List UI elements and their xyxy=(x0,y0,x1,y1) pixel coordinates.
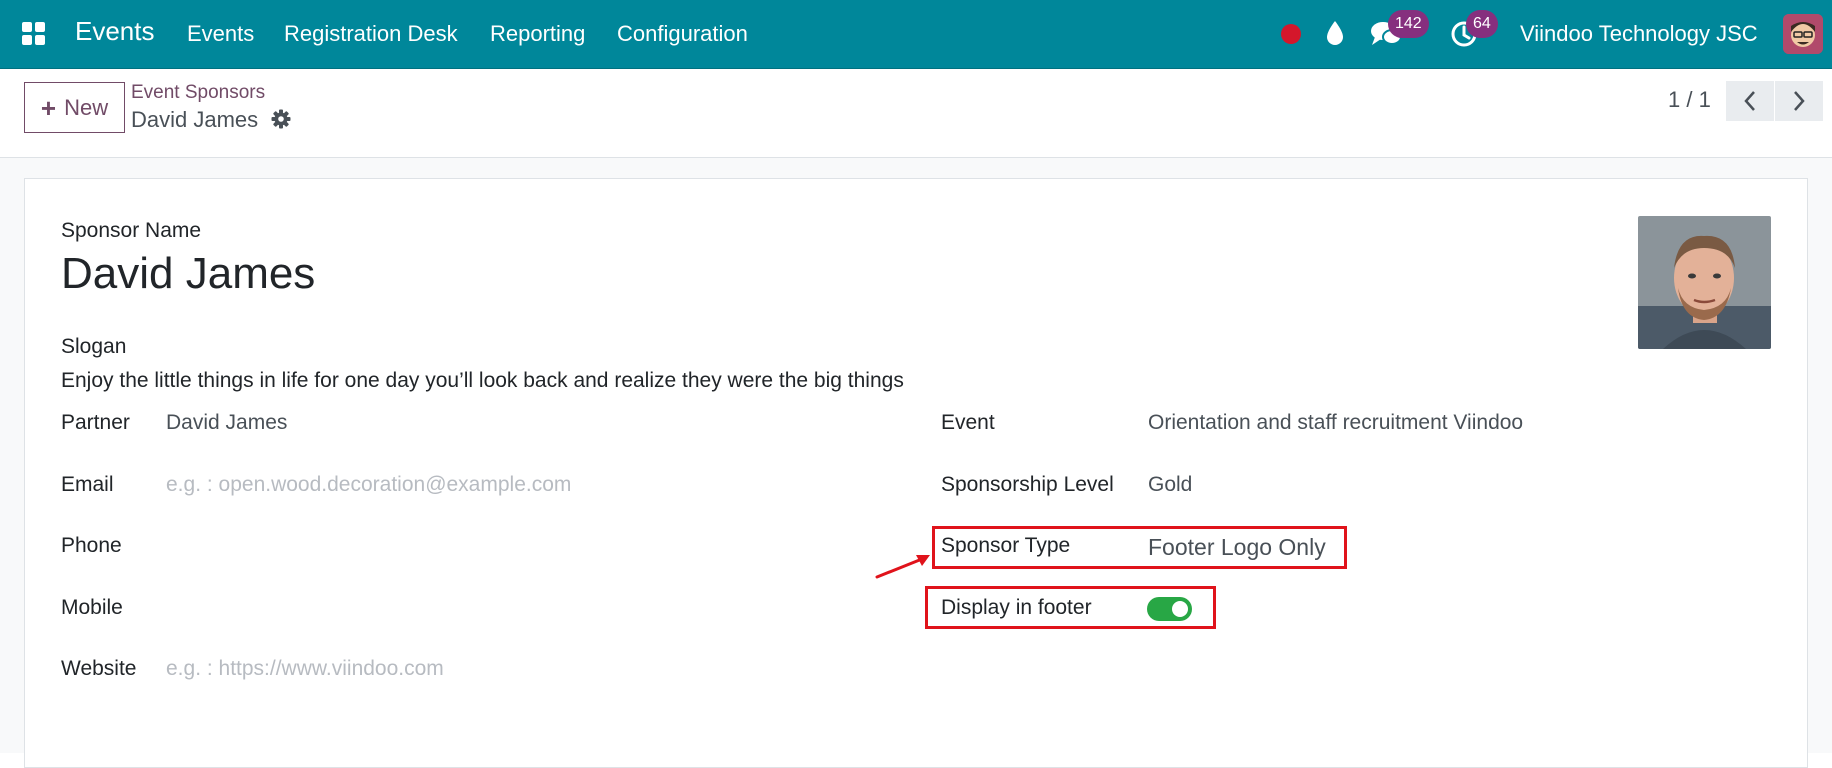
company-switcher[interactable]: Viindoo Technology JSC xyxy=(1520,21,1758,47)
new-button[interactable]: + New xyxy=(24,82,125,133)
user-avatar[interactable] xyxy=(1783,14,1823,54)
breadcrumb-parent[interactable]: Event Sponsors xyxy=(131,82,265,104)
activities-badge: 64 xyxy=(1466,10,1498,38)
sponsor-type-field[interactable]: Footer Logo Only xyxy=(1148,534,1326,561)
control-panel: + New Event Sponsors David James 1 / 1 xyxy=(0,69,1832,158)
mobile-field[interactable] xyxy=(166,592,866,622)
breadcrumb-current: David James xyxy=(131,107,259,132)
new-button-label: New xyxy=(64,94,109,120)
messages-badge: 142 xyxy=(1388,10,1429,38)
sponsor-name-field[interactable]: David James xyxy=(61,249,315,299)
website-label: Website xyxy=(61,657,137,680)
sponsor-name-label: Sponsor Name xyxy=(61,219,202,242)
sponsor-type-label: Sponsor Type xyxy=(941,534,1071,557)
partner-label: Partner xyxy=(61,411,130,434)
email-label: Email xyxy=(61,473,114,496)
pager-value[interactable]: 1 / 1 xyxy=(1668,87,1711,113)
mobile-label: Mobile xyxy=(61,596,123,619)
display-in-footer-label: Display in footer xyxy=(941,596,1092,619)
plus-icon: + xyxy=(40,92,57,123)
phone-label: Phone xyxy=(61,534,122,557)
apps-grid-icon[interactable] xyxy=(22,22,46,46)
menu-events[interactable]: Events xyxy=(187,21,254,47)
slogan-label: Slogan xyxy=(61,335,127,358)
chevron-right-icon xyxy=(1794,91,1805,111)
app-title[interactable]: Events xyxy=(75,16,155,47)
menu-registration-desk[interactable]: Registration Desk xyxy=(284,21,458,47)
menu-configuration[interactable]: Configuration xyxy=(617,21,748,47)
gear-icon[interactable] xyxy=(271,109,291,129)
website-field[interactable]: e.g. : https://www.viindoo.com xyxy=(166,657,444,681)
toggle-knob xyxy=(1172,601,1188,617)
chevron-left-icon xyxy=(1744,91,1755,111)
email-field[interactable]: e.g. : open.wood.decoration@example.com xyxy=(166,473,571,497)
recording-dot-icon[interactable] xyxy=(1281,24,1301,44)
annotation-arrow-icon xyxy=(875,555,930,579)
menu-reporting[interactable]: Reporting xyxy=(490,21,585,47)
display-in-footer-toggle[interactable] xyxy=(1147,597,1192,621)
sponsorship-level-label: Sponsorship Level xyxy=(941,473,1114,496)
pager-next-button[interactable] xyxy=(1775,81,1823,121)
pager-previous-button[interactable] xyxy=(1726,81,1774,121)
sponsor-photo[interactable] xyxy=(1638,216,1771,349)
sponsorship-level-field[interactable]: Gold xyxy=(1148,473,1192,497)
top-navbar: Events Events Registration Desk Reportin… xyxy=(0,0,1832,69)
event-label: Event xyxy=(941,411,995,434)
event-field[interactable]: Orientation and staff recruitment Viindo… xyxy=(1148,411,1523,435)
drop-icon[interactable] xyxy=(1325,20,1345,46)
phone-field[interactable] xyxy=(166,530,866,560)
partner-field[interactable]: David James xyxy=(166,411,287,435)
slogan-field[interactable]: Enjoy the little things in life for one … xyxy=(61,369,904,393)
